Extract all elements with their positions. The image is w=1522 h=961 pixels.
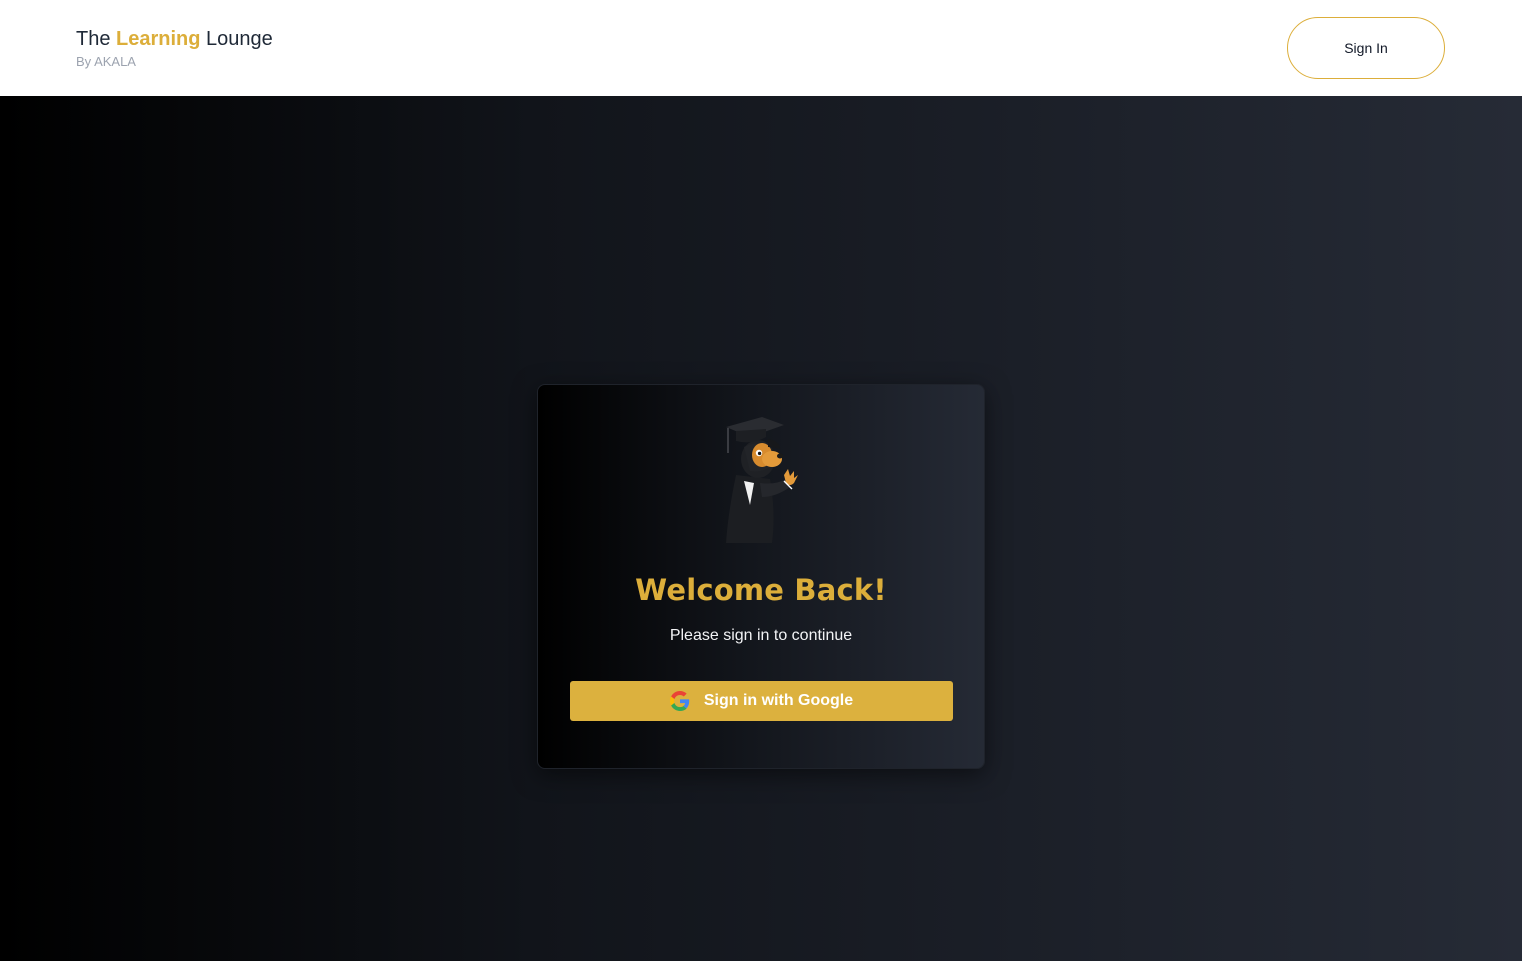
main-area: Welcome Back! Please sign in to continue…	[0, 96, 1522, 961]
header-sign-in-button[interactable]: Sign In	[1287, 17, 1445, 79]
google-sign-in-button[interactable]: Sign in with Google	[570, 681, 953, 721]
brand-title: The Learning Lounge	[76, 26, 273, 52]
google-g-icon	[669, 691, 690, 711]
welcome-title: Welcome Back!	[635, 573, 887, 607]
brand-suffix: Lounge	[206, 28, 273, 50]
top-header: The Learning Lounge By AKALA Sign In	[0, 0, 1522, 96]
google-sign-in-label: Sign in with Google	[703, 692, 854, 709]
brand[interactable]: The Learning Lounge By AKALA	[76, 26, 273, 69]
brand-prefix: The	[76, 28, 111, 50]
brand-accent: Learning	[116, 28, 201, 50]
graduate-mascot-icon	[726, 417, 798, 543]
welcome-subtitle: Please sign in to continue	[669, 627, 853, 644]
brand-byline: By AKALA	[76, 54, 136, 69]
sign-in-card: Welcome Back! Please sign in to continue…	[537, 384, 985, 769]
